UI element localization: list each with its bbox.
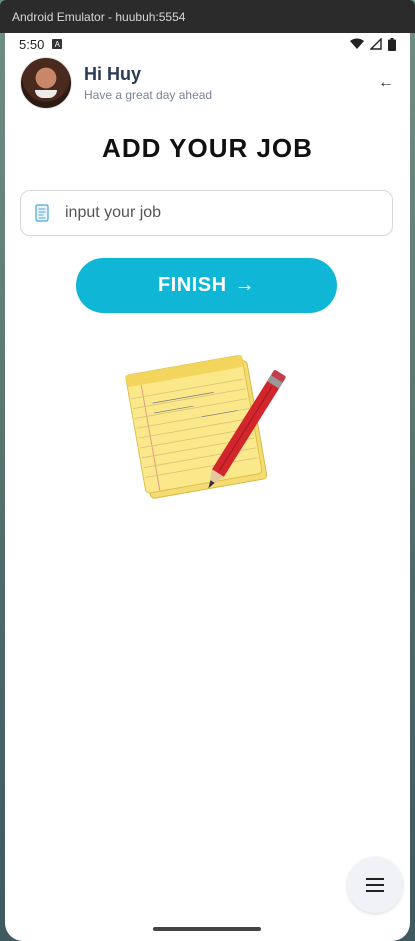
finish-label: FINISH: [157, 274, 227, 296]
signal-icon: [370, 38, 382, 50]
emulator-titlebar: Android Emulator - huubuh:5554: [0, 0, 415, 33]
status-time: 5:50: [19, 36, 45, 52]
a-icon: A: [52, 39, 63, 49]
arrow-right-icon: →: [234, 274, 256, 296]
back-arrow-icon[interactable]: ←: [374, 73, 398, 93]
finish-button[interactable]: FINISH →: [76, 258, 337, 313]
avatar[interactable]: [20, 57, 72, 109]
header: Hi Huy Have a great day ahead ←: [20, 57, 400, 109]
battery-icon: [388, 37, 396, 51]
menu-fab-button[interactable]: [347, 857, 403, 913]
greeting-subtitle: Have a great day ahead: [84, 88, 213, 102]
job-input-field: [20, 190, 393, 236]
menu-icon: [366, 878, 384, 892]
page-title: ADD YOUR JOB: [102, 133, 313, 163]
wifi-icon: [350, 38, 364, 49]
notepad-pencil-illustration: [125, 354, 286, 499]
phone-screen: 5:50 A Hi Huy Have a great day ahead ← A…: [5, 33, 410, 941]
home-indicator[interactable]: [153, 927, 261, 931]
document-icon: [35, 204, 49, 222]
greeting-title: Hi Huy: [84, 64, 142, 84]
job-input[interactable]: [65, 204, 355, 222]
status-bar: 5:50 A: [5, 33, 410, 55]
emulator-title: Android Emulator - huubuh:5554: [12, 9, 186, 24]
